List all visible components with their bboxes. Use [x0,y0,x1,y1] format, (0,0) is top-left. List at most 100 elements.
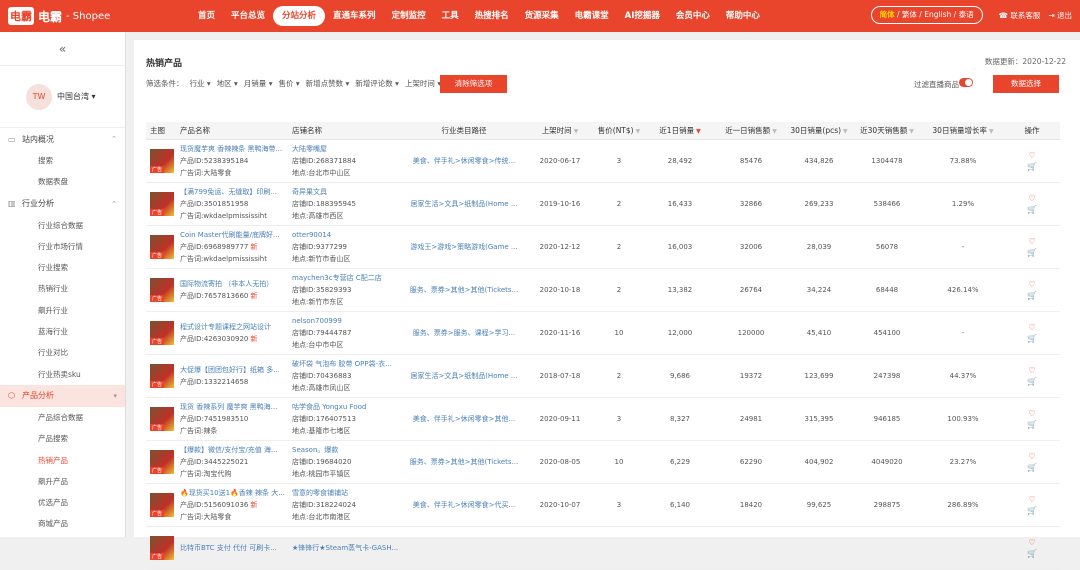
shop-name-link[interactable]: 奇异果文具 [292,186,402,198]
logout-link[interactable]: ⇥ 退出 [1048,10,1072,21]
cart-icon[interactable]: 🛒 [1027,161,1037,172]
filter-dropdown-6[interactable]: 上架时间 ▾ [405,78,441,89]
sidebar-item[interactable]: 行业热卖sku [0,364,125,385]
filter-dropdown-0[interactable]: 行业 ▾ [190,78,211,89]
nav-item-1[interactable]: 平台总览 [223,6,273,26]
filter-dropdown-3[interactable]: 售价 ▾ [278,78,299,89]
sidebar-item[interactable]: 行业搜索 [0,257,125,278]
cart-icon[interactable]: 🛒 [1027,376,1037,387]
sidebar-item[interactable]: 飙升行业 [0,300,125,321]
product-thumbnail[interactable]: 广告 [150,149,174,173]
cell-cat[interactable]: 服务、票券>其他>其他(Tickets... [402,457,526,467]
sidebar-item[interactable]: 蓝海行业 [0,321,125,342]
filter-dropdown-1[interactable]: 地区 ▾ [217,78,238,89]
nav-item-4[interactable]: 定制监控 [384,6,434,26]
shop-name-link[interactable]: 大陆零嘴屋 [292,143,402,155]
column-header-4[interactable]: 上架时间 ▼ [526,125,594,136]
product-thumbnail[interactable]: 广告 [150,536,174,560]
favorite-icon[interactable]: ♡ [1028,236,1035,247]
nav-item-8[interactable]: 电霸课堂 [567,6,617,26]
sidebar-item[interactable]: 搜索 [0,150,125,171]
filter-dropdown-5[interactable]: 新增评论数 ▾ [355,78,399,89]
sidebar-section-1[interactable]: ▥ 行业分析 ⌃ [0,193,125,215]
product-name-link[interactable]: 现货魔芋爽 香辣辣条 黑鸭海带... [180,143,288,155]
sidebar-item[interactable]: 热销产品 [0,450,125,471]
favorite-icon[interactable]: ♡ [1028,365,1035,376]
favorite-icon[interactable]: ♡ [1028,451,1035,462]
sidebar-item[interactable]: 行业对比 [0,342,125,363]
favorite-icon[interactable]: ♡ [1028,279,1035,290]
shop-name-link[interactable]: nelson700999 [292,315,402,327]
region-selector[interactable]: TW 中国台湾 ▾ [0,66,125,128]
product-name-link[interactable]: 【满799免运、无缝取】印刷... [180,186,288,198]
sidebar-item[interactable]: 飙升产品 [0,471,125,492]
cell-cat[interactable]: 美食、伴手礼>休闲零食>其他... [402,414,526,424]
filter-dropdown-2[interactable]: 月销量 ▾ [244,78,273,89]
nav-item-11[interactable]: 帮助中心 [718,6,768,26]
sidebar-item[interactable]: 数据表盘 [0,171,125,192]
product-thumbnail[interactable]: 广告 [150,407,174,431]
product-name-link[interactable]: 国际物流寄拍 （非本人无拍） [180,278,288,290]
nav-item-3[interactable]: 直通车系列 [325,6,384,26]
collapse-sidebar-button[interactable]: « [0,32,125,66]
product-thumbnail[interactable]: 广告 [150,493,174,517]
product-name-link[interactable]: 程式设计专题课程之网站设计 [180,321,288,333]
column-header-10[interactable]: 30日销量增长率 ▼ [922,125,1004,136]
column-header-8[interactable]: 30日销量(pcs) ▼ [786,125,852,136]
shop-name-link[interactable]: otter90014 [292,229,402,241]
shop-name-link[interactable]: 咕学食品 Yongxu Food [292,401,402,413]
nav-item-0[interactable]: 首页 [190,6,223,26]
cell-cat[interactable]: 美食、伴手礼>休闲零食>传统... [402,156,526,166]
shop-name-link[interactable]: Season。爆款 [292,444,402,456]
nav-item-2[interactable]: 分站分析 [273,6,326,26]
product-thumbnail[interactable]: 广告 [150,192,174,216]
nav-item-5[interactable]: 工具 [434,6,467,26]
shop-name-link[interactable]: maychen3c专营店 C配二店 [292,272,402,284]
cell-cat[interactable]: 服务、票券>其他>其他(Tickets... [402,285,526,295]
favorite-icon[interactable]: ♡ [1028,322,1035,333]
cart-icon[interactable]: 🛒 [1027,333,1037,344]
favorite-icon[interactable]: ♡ [1028,408,1035,419]
logo[interactable]: 电霸 电霸 - Shopee [0,7,190,25]
shop-name-link[interactable]: 破坏袋 气泡布 胶带 OPP袋-衣... [292,358,402,370]
cell-cat[interactable]: 美食、伴手礼>休闲零食>代买... [402,500,526,510]
favorite-icon[interactable]: ♡ [1028,193,1035,204]
clear-filters-button[interactable]: 清除筛选项 [440,75,507,93]
column-header-7[interactable]: 近一日销售额 ▼ [716,125,786,136]
sidebar-section-2[interactable]: ⬡ 产品分析 ▾ [0,384,125,407]
filter-live-toggle[interactable] [959,78,973,87]
column-header-5[interactable]: 售价(NT$) ▼ [594,125,644,136]
nav-item-6[interactable]: 热搜排名 [467,6,517,26]
cart-icon[interactable]: 🛒 [1027,419,1037,430]
sidebar-item[interactable]: 行业综合数据 [0,215,125,236]
cell-cat[interactable]: 服务、票券>服务、课程>学习... [402,328,526,338]
sidebar-item[interactable]: 商城产品 [0,513,125,534]
cart-icon[interactable]: 🛒 [1027,290,1037,301]
product-thumbnail[interactable]: 广告 [150,235,174,259]
product-name-link[interactable]: 【爆款】微信/支付宝/充值 海... [180,444,288,456]
favorite-icon[interactable]: ♡ [1028,494,1035,505]
product-name-link[interactable]: 现货 香辣系列 魔芋爽 黑鸭海... [180,401,288,413]
language-switcher[interactable]: 简体 / 繁体 / English / 泰语 [870,6,983,24]
cart-icon[interactable]: 🛒 [1027,462,1037,473]
sidebar-item[interactable]: 产品综合数据 [0,407,125,428]
shop-name-link[interactable]: ★锋锋行★Steam蒸气卡-GASH... [292,542,402,554]
product-thumbnail[interactable]: 广告 [150,450,174,474]
sidebar-item[interactable]: 热销行业 [0,278,125,299]
column-header-9[interactable]: 近30天销售额 ▼ [852,125,922,136]
sidebar-item[interactable]: 产品搜索 [0,428,125,449]
sidebar-section-0[interactable]: ▭ 站内概况 ⌃ [0,128,125,150]
product-thumbnail[interactable]: 广告 [150,321,174,345]
product-name-link[interactable]: Coin Master代刷能量/底牌好... [180,229,288,241]
shop-name-link[interactable]: 雪意的零食铺铺站 [292,487,402,499]
nav-item-9[interactable]: AI挖掘器 [617,6,668,26]
column-header-6[interactable]: 近1日销量 ▼ [644,125,716,136]
cart-icon[interactable]: 🛒 [1027,204,1037,215]
favorite-icon[interactable]: ♡ [1028,537,1035,548]
cart-icon[interactable]: 🛒 [1027,505,1037,516]
cart-icon[interactable]: 🛒 [1027,247,1037,258]
nav-item-10[interactable]: 会员中心 [668,6,718,26]
contact-service-link[interactable]: ☎ 联系客服 [999,10,1041,21]
product-name-link[interactable]: 大促爆【团团包好行】纸箱 多... [180,364,288,376]
filter-dropdown-4[interactable]: 新增点赞数 ▾ [306,78,350,89]
